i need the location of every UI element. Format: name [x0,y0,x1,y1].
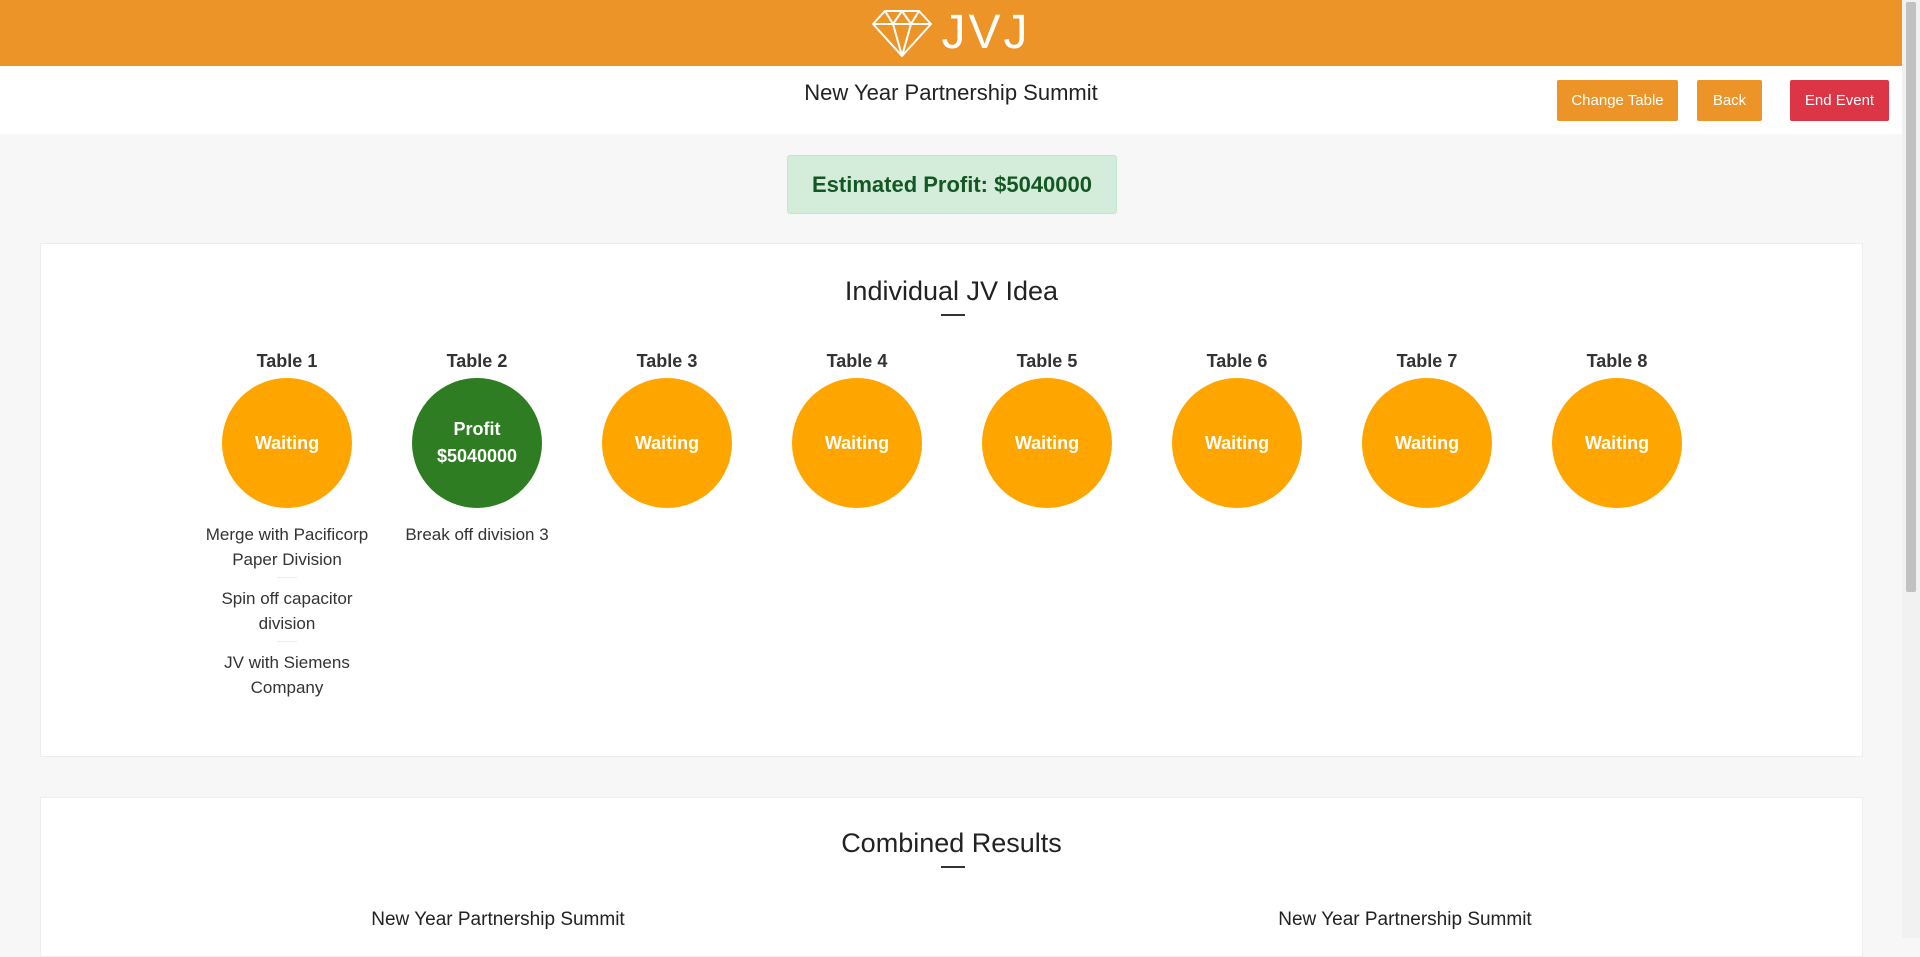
table-column: Table 2 Profit $5040000 Break off division … [387,352,567,547]
status-text: Waiting [254,432,320,453]
end-event-button[interactable]: End Event [1790,80,1889,121]
idea-list: Merge with Pacificorp Paper Division Spin… [197,522,377,700]
table-name: Table 3 [636,351,698,371]
title-divider [941,866,965,868]
table-name: Table 8 [1586,351,1648,371]
status-text: $5040000 [436,446,518,466]
event-header: New Year Partnership Summit Change Table… [0,66,1902,134]
table-name: Table 2 [446,351,508,371]
scrollbar-thumb[interactable] [1906,2,1916,592]
status-text: Waiting [824,432,890,453]
change-table-button[interactable]: Change Table [1557,80,1678,121]
back-button[interactable]: Back [1697,80,1762,121]
table-column: Table 6 Waiting [1147,352,1327,508]
table-name: Table 7 [1396,351,1458,371]
table-name: Table 1 [256,351,318,371]
idea-divider [277,641,297,642]
section-title: Individual JV Idea [844,276,1059,306]
table-status-circle[interactable]: Waiting [602,378,732,508]
idea-list: Break off division 3 [387,522,567,547]
table-name: Table 5 [1016,351,1078,371]
status-text: Profit [453,419,501,439]
table-status-circle[interactable]: Waiting [1362,378,1492,508]
combined-event-label: New Year Partnership Summit [371,909,625,930]
status-text: Waiting [634,432,700,453]
individual-jv-card: Individual JV Idea Table 1 Waiting Merge w… [40,243,1863,757]
table-status-circle[interactable]: Waiting [1172,378,1302,508]
idea-item: Spin off capacitor division [221,589,353,633]
status-text: Waiting [1394,432,1460,453]
idea-item: Merge with Pacificorp Paper Division [205,525,369,569]
logo-text: JVJ [941,6,1031,59]
table-column: Table 7 Waiting [1337,352,1517,508]
table-name: Table 4 [826,351,888,371]
status-text: Waiting [1204,432,1270,453]
idea-item: Break off division 3 [405,525,549,544]
table-column: Table 4 Waiting [767,352,947,508]
vertical-scrollbar[interactable] [1902,0,1920,938]
table-name: Table 6 [1206,351,1268,371]
table-status-circle[interactable]: Profit $5040000 [412,378,542,508]
section-title: Combined Results [841,828,1062,858]
table-status-circle[interactable]: Waiting [222,378,352,508]
logo[interactable]: JVJ [871,8,1030,58]
table-status-circle[interactable]: Waiting [1552,378,1682,508]
idea-item: JV with Siemens Company [224,653,350,697]
table-column: Table 5 Waiting [957,352,1137,508]
estimated-profit-alert: Estimated Profit: $5040000 [787,155,1117,214]
table-status-circle[interactable]: Waiting [982,378,1112,508]
combined-results-card: Combined Results New Year Partnership Su… [40,797,1863,957]
table-column: Table 1 Waiting Merge with Pacificorp Pape… [197,352,377,700]
table-column: Table 8 Waiting [1527,352,1707,508]
title-divider [941,314,965,316]
table-status-circle[interactable]: Waiting [792,378,922,508]
idea-divider [277,577,297,578]
status-text: Waiting [1014,432,1080,453]
top-bar: JVJ [0,0,1902,66]
table-column: Table 3 Waiting [577,352,757,508]
diamond-icon [872,10,933,57]
status-text: Waiting [1584,432,1650,453]
combined-event-label: New Year Partnership Summit [1278,909,1532,930]
